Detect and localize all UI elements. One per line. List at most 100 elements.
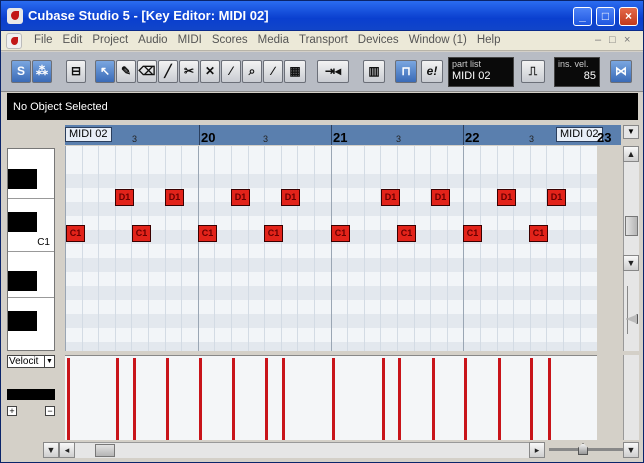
midi-note[interactable]: D1 [165,189,184,206]
velocity-bar[interactable] [199,358,202,440]
black-key[interactable] [8,311,37,331]
zoom-magnifier-icon[interactable]: ⌕ [242,60,262,83]
midi-note[interactable]: D1 [547,189,566,206]
acoustic-feedback-icon[interactable]: ⁂ [32,60,52,83]
horizontal-scroll-thumb[interactable] [95,444,115,457]
glue-icon[interactable]: ⁄ [221,60,241,83]
title-bar[interactable]: Cubase Studio 5 - [Key Editor: MIDI 02] … [1,1,643,31]
velocity-bar[interactable] [116,358,119,440]
line-tool-icon[interactable]: ∕ [263,60,283,83]
velocity-bar[interactable] [332,358,335,440]
vertical-scrollbar[interactable]: ▲ ▼ [623,146,639,351]
menu-edit[interactable]: Edit [58,34,88,46]
velocity-lane[interactable] [65,355,597,440]
step-input-icon[interactable]: ⎍ [521,60,545,83]
menu-help[interactable]: Help [472,34,506,46]
add-lane-icon[interactable]: + [7,406,17,416]
velocity-bar[interactable] [166,358,169,440]
insert-velocity-field[interactable]: ins. vel. 85 [554,57,600,87]
remove-lane-icon[interactable]: − [45,406,55,416]
black-key[interactable] [8,271,37,291]
note-grid[interactable]: D1 D1 D1 D1 D1 D1 D1 D1 C1 C1 C1 C1 C1 C1 C1 C1 [65,146,597,351]
controller-lane-selector[interactable]: Velocit ▼ [7,355,55,368]
mdi-restore-icon[interactable]: □ [609,34,616,46]
maximize-button[interactable]: □ [596,7,615,26]
chevron-down-icon[interactable]: ▼ [44,356,54,367]
menu-media[interactable]: Media [253,34,294,46]
menu-scores[interactable]: Scores [207,34,253,46]
mdi-close-icon[interactable]: × [624,34,630,46]
menu-audio[interactable]: Audio [133,34,172,46]
midi-note[interactable]: C1 [132,225,151,242]
quantize-icon[interactable]: ▥ [363,60,385,83]
ruler-subbeat: 3 [396,134,402,144]
midi-note[interactable]: D1 [431,189,450,206]
midi-note[interactable]: C1 [198,225,217,242]
erase-icon[interactable]: ⌫ [137,60,157,83]
vertical-scroll-thumb[interactable] [625,216,638,236]
ruler-dropdown-icon[interactable]: ▼ [623,125,639,139]
timeline-ruler[interactable]: MIDI 02 20 3 3 21 3 22 3 MIDI 02 23 [65,125,621,145]
midi-note[interactable]: C1 [397,225,416,242]
solo-button[interactable]: S [11,60,31,83]
midi-note[interactable]: C1 [529,225,548,242]
mdi-minimize-icon[interactable]: – [595,34,601,46]
horizontal-zoom-thumb[interactable] [578,443,588,455]
draw-pencil-icon[interactable]: ✎ [116,60,136,83]
velocity-bar[interactable] [133,358,136,440]
scroll-right-icon[interactable]: ▸ [529,442,545,458]
minimize-button[interactable]: _ [573,7,592,26]
velocity-bar[interactable] [67,358,70,440]
menu-transport[interactable]: Transport [294,34,353,46]
object-selection-icon[interactable]: ↖ [95,60,115,83]
snap-icon[interactable]: ⊓ [395,60,417,83]
menu-project[interactable]: Project [87,34,133,46]
velocity-bar[interactable] [530,358,533,440]
part-list-selector[interactable]: part list MIDI 02 [448,57,514,87]
velocity-bar[interactable] [382,358,385,440]
midi-note[interactable]: C1 [264,225,283,242]
drumstick-icon[interactable]: ▦ [284,60,306,83]
window-layout-icon[interactable]: ⋈ [610,60,632,83]
velocity-bar[interactable] [265,358,268,440]
trim-icon[interactable]: ╱ [158,60,178,83]
horizontal-scrollbar[interactable] [75,442,529,458]
vertical-zoom-track[interactable] [627,286,636,334]
midi-note[interactable]: D1 [381,189,400,206]
close-button[interactable]: × [619,7,638,26]
midi-note[interactable]: D1 [497,189,516,206]
autoscroll-icon[interactable]: ⇥◂ [317,60,349,83]
mute-x-icon[interactable]: ✕ [200,60,220,83]
midi-note[interactable]: C1 [331,225,350,242]
cubase-menu-icon[interactable] [6,33,22,49]
show-info-icon[interactable]: ⊟ [66,60,86,83]
midi-note[interactable]: C1 [66,225,85,242]
scroll-left-menu-icon[interactable]: ▼ [43,442,59,458]
midi-note[interactable]: D1 [281,189,300,206]
scroll-up-icon[interactable]: ▲ [623,146,639,162]
menu-file[interactable]: File [29,34,58,46]
scroll-left-icon[interactable]: ◂ [59,442,75,458]
velocity-bar[interactable] [432,358,435,440]
zoom-menu-icon[interactable]: ▼ [623,442,639,458]
velocity-bar[interactable] [464,358,467,440]
menu-midi[interactable]: MIDI [173,34,207,46]
midi-note[interactable]: D1 [231,189,250,206]
independent-track-loop-button[interactable]: e! [421,60,443,83]
black-key[interactable] [8,212,37,232]
menu-window[interactable]: Window (1) [404,34,472,46]
menu-devices[interactable]: Devices [353,34,404,46]
scroll-down-icon[interactable]: ▼ [623,255,639,271]
velocity-bar[interactable] [282,358,285,440]
velocity-bar[interactable] [398,358,401,440]
velocity-bar[interactable] [548,358,551,440]
split-scissors-icon[interactable]: ✂ [179,60,199,83]
midi-note[interactable]: D1 [115,189,134,206]
piano-keyboard[interactable]: C1 [7,148,55,351]
midi-note[interactable]: C1 [463,225,482,242]
velocity-bar[interactable] [232,358,235,440]
black-key[interactable] [8,169,37,189]
grid-line [529,146,531,351]
cubase-app-icon[interactable] [7,8,23,24]
velocity-bar[interactable] [498,358,501,440]
